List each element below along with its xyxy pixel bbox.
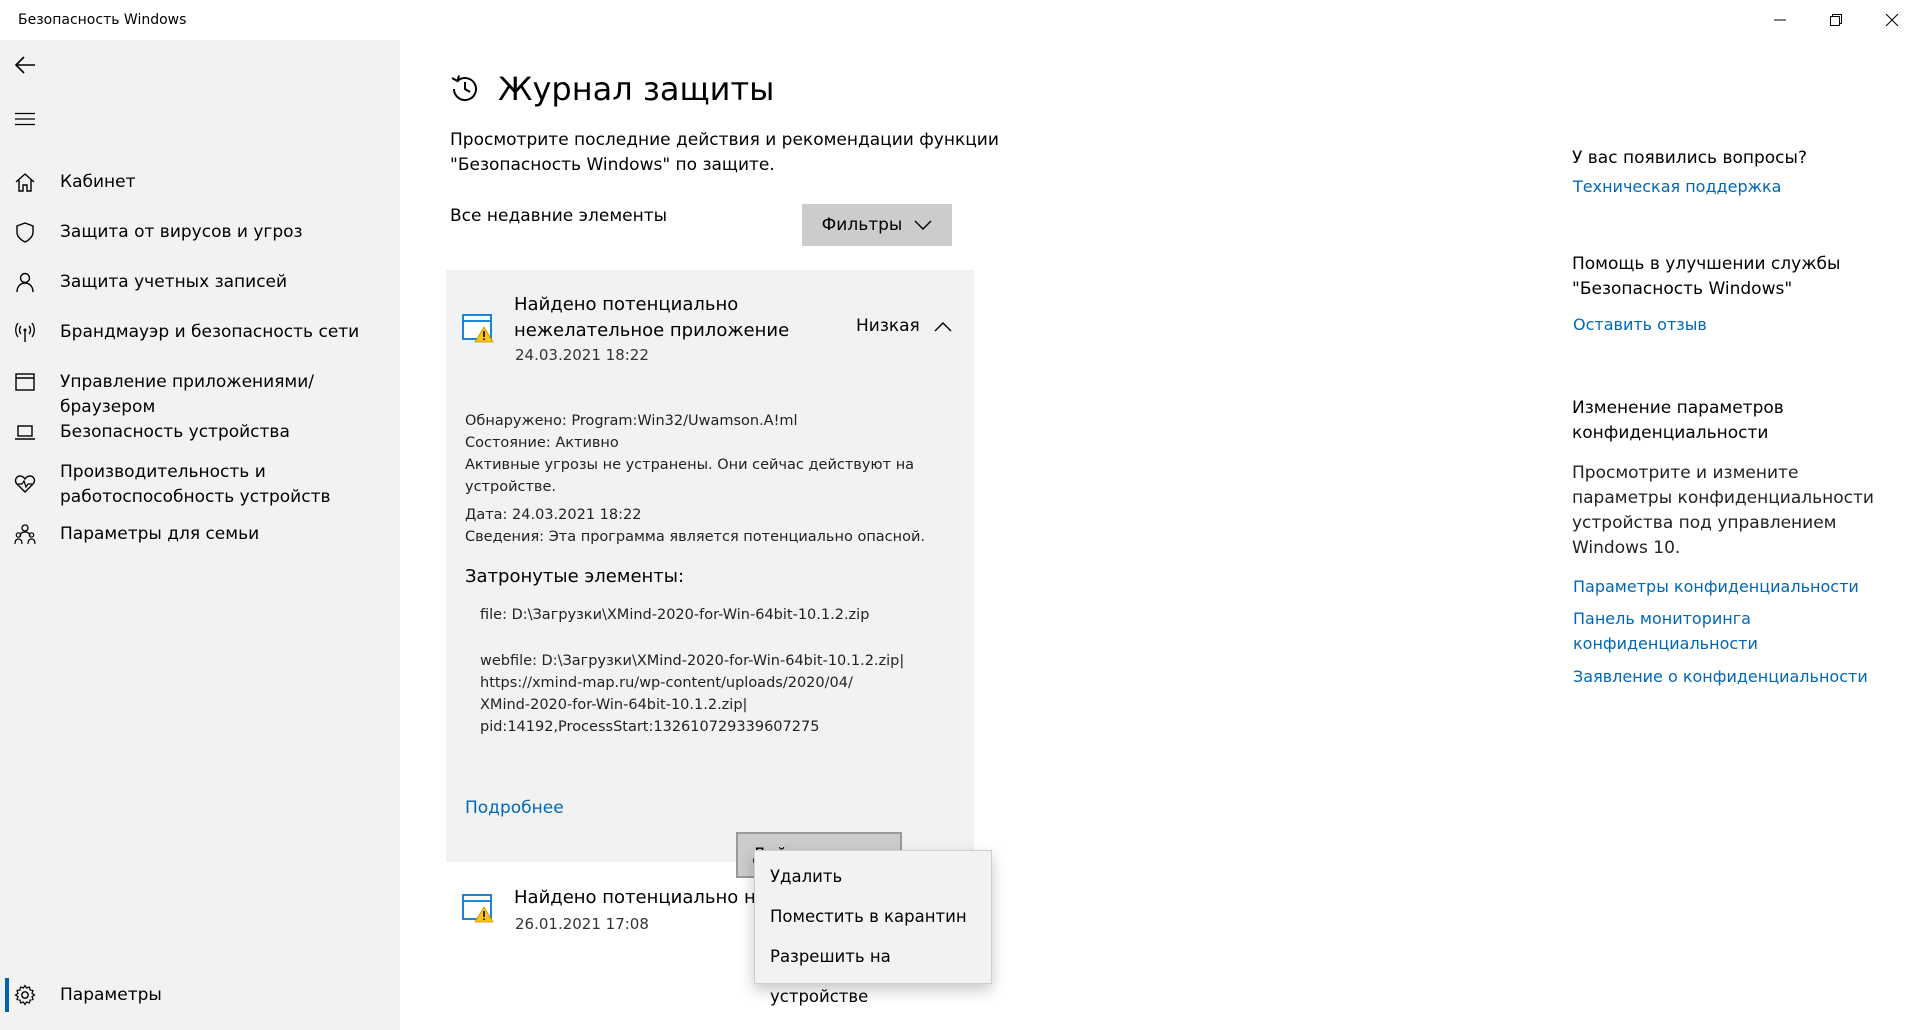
app-warning-icon	[462, 893, 494, 923]
sidebar-item-label: Защита от вирусов и угроз	[60, 222, 303, 242]
minimize-button[interactable]	[1752, 0, 1808, 40]
privacy-description: Просмотрите и измените параметры конфиде…	[1572, 463, 1874, 558]
sidebar-item-family-options[interactable]: Параметры для семьи	[0, 520, 400, 560]
threat-date-line: Дата: 24.03.2021 18:22	[465, 507, 642, 523]
close-button[interactable]	[1864, 0, 1920, 40]
menu-item-allow[interactable]: Разрешить на устройстве	[755, 937, 991, 1006]
sidebar-item-label: Защита учетных записей	[60, 272, 288, 292]
menu-button[interactable]	[10, 104, 40, 134]
actions-dropdown-menu: Удалить Поместить в карантин Разрешить н…	[754, 850, 992, 1006]
sidebar: Кабинет Защита от вирусов и угроз Защита…	[0, 40, 400, 1030]
menu-item-quarantine[interactable]: Поместить в карантин	[755, 897, 991, 937]
more-details-link[interactable]: Подробнее	[465, 798, 564, 818]
threat-date: 24.03.2021 18:22	[515, 346, 649, 364]
sidebar-item-app-browser-control[interactable]: Управление приложениями/браузером	[0, 368, 400, 417]
title-bar: Безопасность Windows	[0, 0, 1920, 40]
collapse-button[interactable]	[930, 314, 956, 340]
affected-file: file: D:\Загрузки\XMind-2020-for-Win-64b…	[480, 607, 870, 623]
main-content: Журнал защиты Просмотрите последние дейс…	[400, 40, 1920, 1030]
support-link[interactable]: Техническая поддержка	[1573, 174, 1903, 199]
recent-items-label: Все недавние элементы	[450, 206, 668, 226]
chevron-down-icon	[914, 215, 932, 235]
sidebar-item-virus-protection[interactable]: Защита от вирусов и угроз	[0, 218, 400, 258]
family-icon	[13, 522, 37, 546]
wifi-antenna-icon	[13, 320, 37, 344]
back-arrow-icon	[14, 56, 35, 74]
home-icon	[13, 170, 37, 194]
affected-webfile: webfile: D:\Загрузки\XMind-2020-for-Win-…	[480, 653, 905, 735]
sidebar-item-label: Параметры для семьи	[60, 524, 260, 544]
privacy-heading: Изменение параметров конфиденциальности	[1572, 398, 1784, 443]
filters-button[interactable]: Фильтры	[802, 204, 952, 246]
improve-heading: Помощь в улучшении службы "Безопасность …	[1572, 254, 1841, 299]
sidebar-item-settings[interactable]: Параметры	[0, 978, 400, 1018]
sidebar-item-label: Управление приложениями/браузером	[60, 372, 315, 417]
page-title: Журнал защиты	[498, 70, 775, 108]
close-icon	[1885, 13, 1899, 27]
menu-item-remove[interactable]: Удалить	[755, 857, 991, 897]
sidebar-item-label: Безопасность устройства	[60, 422, 290, 442]
selection-indicator	[5, 978, 9, 1012]
app-window-icon	[13, 370, 37, 394]
laptop-icon	[13, 420, 37, 444]
filters-label: Фильтры	[821, 215, 903, 235]
heart-icon	[13, 472, 37, 496]
sidebar-item-label: Производительность и работоспособность у…	[60, 462, 331, 507]
page-description: Просмотрите последние действия и рекомен…	[450, 130, 999, 175]
threat-title: Найдено потенциально нежелательное прило…	[514, 294, 790, 341]
threat-card: Найдено потенциально нежелательное прило…	[446, 270, 974, 878]
threat-date: 26.01.2021 17:08	[515, 915, 649, 933]
questions-heading: У вас появились вопросы?	[1572, 148, 1807, 168]
person-icon	[13, 270, 37, 294]
threat-severity: Низкая	[856, 316, 920, 336]
app-warning-icon	[462, 313, 494, 343]
restore-button[interactable]	[1808, 0, 1864, 40]
threat-detected: Обнаружено: Program:Win32/Uwamson.A!ml	[465, 413, 798, 429]
hamburger-icon	[15, 112, 35, 126]
privacy-statement-link[interactable]: Заявление о конфиденциальности	[1573, 664, 1903, 689]
back-button[interactable]	[10, 50, 40, 80]
privacy-settings-link[interactable]: Параметры конфиденциальности	[1573, 574, 1903, 599]
sidebar-item-device-performance[interactable]: Производительность и работоспособность у…	[0, 458, 400, 514]
sidebar-item-label: Кабинет	[60, 172, 136, 192]
gear-icon	[13, 983, 37, 1007]
feedback-link[interactable]: Оставить отзыв	[1573, 312, 1903, 337]
threat-active-note: Активные угрозы не устранены. Они сейчас…	[465, 457, 915, 495]
history-icon	[448, 72, 482, 106]
shield-icon	[13, 220, 37, 244]
sidebar-item-home[interactable]: Кабинет	[0, 168, 400, 208]
sidebar-item-firewall[interactable]: Брандмауэр и безопасность сети	[0, 318, 400, 358]
privacy-dashboard-link[interactable]: Панель мониторинга конфиденциальности	[1573, 606, 1823, 656]
threat-details: Сведения: Эта программа является потенци…	[465, 529, 926, 545]
minimize-icon	[1774, 19, 1786, 21]
threat-status: Состояние: Активно	[465, 435, 619, 451]
page-header: Журнал защиты	[448, 70, 774, 108]
sidebar-item-label: Брандмауэр и безопасность сети	[60, 322, 360, 342]
sidebar-item-label: Параметры	[60, 985, 162, 1005]
affected-items-heading: Затронутые элементы:	[465, 566, 685, 587]
sidebar-item-account-protection[interactable]: Защита учетных записей	[0, 268, 400, 308]
sidebar-item-device-security[interactable]: Безопасность устройства	[0, 418, 400, 458]
restore-icon	[1830, 14, 1842, 26]
window-title: Безопасность Windows	[18, 12, 187, 28]
chevron-up-icon	[934, 322, 952, 332]
